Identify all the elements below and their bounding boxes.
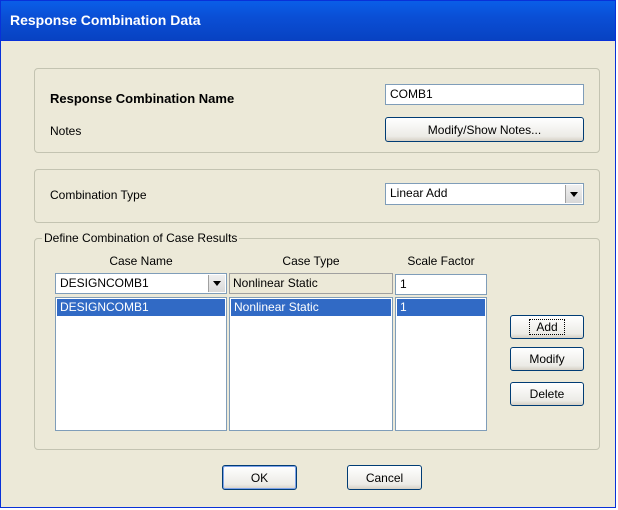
notes-label: Notes	[50, 124, 82, 138]
list-item[interactable]: 1	[397, 299, 485, 316]
combination-name-label: Response Combination Name	[50, 91, 235, 106]
response-combination-dialog: Response Combination Data Response Combi…	[0, 0, 616, 508]
scale-factor-header: Scale Factor	[407, 254, 475, 268]
combination-name-input[interactable]: COMB1	[385, 84, 584, 105]
scale-factor-list[interactable]: 1	[395, 297, 487, 431]
delete-button[interactable]: Delete	[510, 382, 584, 406]
combination-type-value: Linear Add	[390, 186, 448, 200]
ok-button[interactable]: OK	[222, 465, 297, 490]
list-item[interactable]: Nonlinear Static	[231, 299, 391, 316]
add-button-label: Add	[529, 319, 565, 335]
case-name-list[interactable]: DESIGNCOMB1	[55, 297, 227, 431]
case-type-display: Nonlinear Static	[229, 273, 393, 294]
cancel-button[interactable]: Cancel	[347, 465, 422, 490]
case-type-header: Case Type	[282, 254, 340, 268]
add-button[interactable]: Add	[510, 315, 584, 339]
case-name-header: Case Name	[109, 254, 173, 268]
modify-show-notes-button[interactable]: Modify/Show Notes...	[385, 117, 584, 142]
case-name-value: DESIGNCOMB1	[60, 276, 149, 290]
scale-factor-input[interactable]: 1	[395, 274, 487, 295]
combination-type-label: Combination Type	[50, 188, 147, 202]
chevron-down-icon[interactable]	[565, 185, 582, 203]
chevron-down-icon[interactable]	[208, 275, 225, 292]
combination-type-select[interactable]: Linear Add	[385, 183, 584, 205]
modify-button[interactable]: Modify	[510, 347, 584, 371]
case-results-legend: Define Combination of Case Results	[42, 231, 240, 245]
dialog-title: Response Combination Data	[10, 12, 201, 28]
title-bar[interactable]: Response Combination Data	[1, 1, 615, 41]
list-item[interactable]: DESIGNCOMB1	[57, 299, 225, 316]
case-name-select[interactable]: DESIGNCOMB1	[55, 273, 227, 294]
case-type-list[interactable]: Nonlinear Static	[229, 297, 393, 431]
